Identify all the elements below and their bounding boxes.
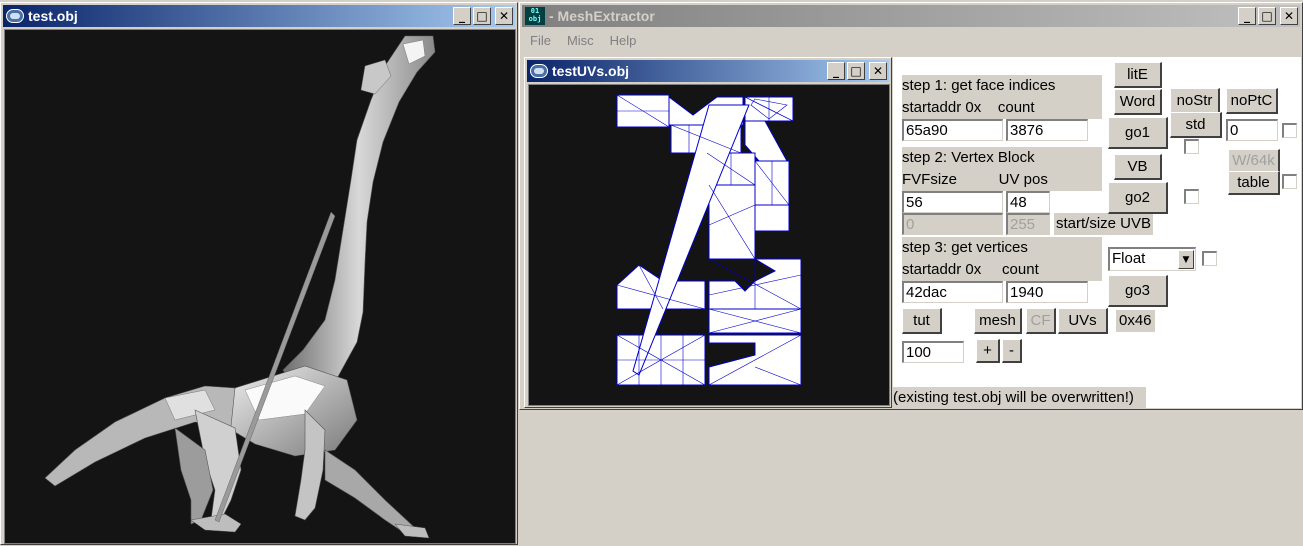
go2-button[interactable]: go2 (1108, 182, 1168, 214)
uv-viewer-window: testUVs.obj _ □ ✕ (524, 57, 892, 408)
format-select[interactable]: Float ▼ (1108, 247, 1196, 271)
w64k-button[interactable]: W/64k (1228, 149, 1280, 173)
hex-offset-label: 0x46 (1116, 310, 1155, 332)
menu-file[interactable]: File (522, 33, 559, 48)
fvfsize-input[interactable]: 56 (902, 191, 1003, 213)
close-button[interactable]: ✕ (1280, 7, 1298, 25)
step3-subheader: startaddr 0x count (902, 259, 1102, 281)
window-icon (6, 9, 24, 23)
obj-viewer-title: test.obj (28, 8, 78, 24)
face-count-input[interactable]: 3876 (1006, 119, 1088, 141)
minimize-button[interactable]: _ (1238, 7, 1256, 25)
chevron-down-icon[interactable]: ▼ (1178, 250, 1194, 269)
table-checkbox[interactable] (1282, 174, 1297, 189)
window-icon (530, 64, 548, 78)
mesh-extractor-titlebar[interactable]: 01 obj - MeshExtractor _ □ ✕ (522, 5, 1300, 27)
obj-viewer-titlebar[interactable]: test.obj _ □ ✕ (3, 5, 515, 27)
go3-button[interactable]: go3 (1108, 275, 1168, 307)
app-icon: 01 obj (525, 7, 545, 25)
vertex-count-input[interactable]: 1940 (1006, 281, 1088, 303)
menu-bar: File Misc Help (522, 29, 644, 51)
maximize-button[interactable]: □ (1258, 7, 1276, 25)
step2-header: step 2: Vertex Block (902, 147, 1102, 169)
menu-misc[interactable]: Misc (559, 33, 602, 48)
mesh-button[interactable]: mesh (974, 308, 1022, 334)
word-button[interactable]: Word (1114, 89, 1162, 115)
step1-subheader: startaddr 0x count (902, 97, 1102, 119)
controls-panel: step 1: get face indices startaddr 0x co… (893, 57, 1301, 409)
uv-viewer-titlebar[interactable]: testUVs.obj _ □ ✕ (527, 60, 889, 82)
mesh-extractor-window: 01 obj - MeshExtractor _ □ ✕ File Misc He… (519, 2, 1303, 410)
maximize-button[interactable]: □ (473, 7, 491, 25)
step3-header: step 3: get vertices (902, 237, 1102, 259)
uvpos-input[interactable]: 48 (1006, 191, 1050, 213)
uvs-button[interactable]: UVs (1058, 308, 1108, 334)
plus-button[interactable]: + (976, 339, 1000, 363)
go2-checkbox[interactable] (1184, 189, 1199, 204)
minimize-button[interactable]: _ (827, 62, 845, 80)
obj-render-canvas[interactable] (4, 29, 516, 544)
dinosaur-mesh-render (44, 35, 436, 539)
face-startaddr-input[interactable]: 65a90 (902, 119, 1003, 141)
vertex-startaddr-input[interactable]: 42dac (902, 281, 1003, 303)
format-select-value: Float (1112, 250, 1146, 267)
format-checkbox[interactable] (1202, 251, 1217, 266)
noptc-button[interactable]: noPtC (1226, 88, 1278, 114)
close-button[interactable]: ✕ (495, 7, 513, 25)
uvb-start-input: 0 (902, 213, 1003, 235)
uv-viewer-title: testUVs.obj (552, 63, 630, 79)
std-button[interactable]: std (1170, 112, 1222, 138)
close-button[interactable]: ✕ (869, 62, 887, 80)
table-button[interactable]: table (1228, 171, 1280, 195)
go1-button[interactable]: go1 (1108, 117, 1168, 149)
nostr-button[interactable]: noStr (1170, 88, 1220, 114)
uvb-label: start/size UVB (1054, 213, 1154, 235)
obj-viewer-window: test.obj _ □ ✕ (0, 2, 518, 545)
step1-header: step 1: get face indices (902, 75, 1102, 97)
minimize-button[interactable]: _ (453, 7, 471, 25)
std-checkbox[interactable] (1184, 139, 1199, 154)
maximize-button[interactable]: □ (847, 62, 865, 80)
tut-button[interactable]: tut (902, 308, 942, 334)
offset-input[interactable]: 0 (1226, 119, 1278, 141)
scale-input[interactable]: 100 (902, 341, 964, 363)
step2-subheader: FVFsize UV pos (902, 169, 1102, 191)
uv-render-canvas[interactable] (528, 84, 890, 406)
vb-button[interactable]: VB (1114, 154, 1162, 180)
minus-button[interactable]: - (1002, 339, 1022, 363)
cf-button[interactable]: CF (1026, 308, 1056, 334)
uvb-size-input: 255 (1006, 213, 1050, 235)
offset-checkbox[interactable] (1282, 123, 1297, 138)
lite-button[interactable]: litE (1114, 62, 1162, 88)
mesh-extractor-title: - MeshExtractor (549, 8, 655, 24)
uv-map-render (616, 94, 802, 386)
overwrite-warning: (existing test.obj will be overwritten!) (893, 387, 1146, 409)
menu-help[interactable]: Help (602, 33, 645, 48)
